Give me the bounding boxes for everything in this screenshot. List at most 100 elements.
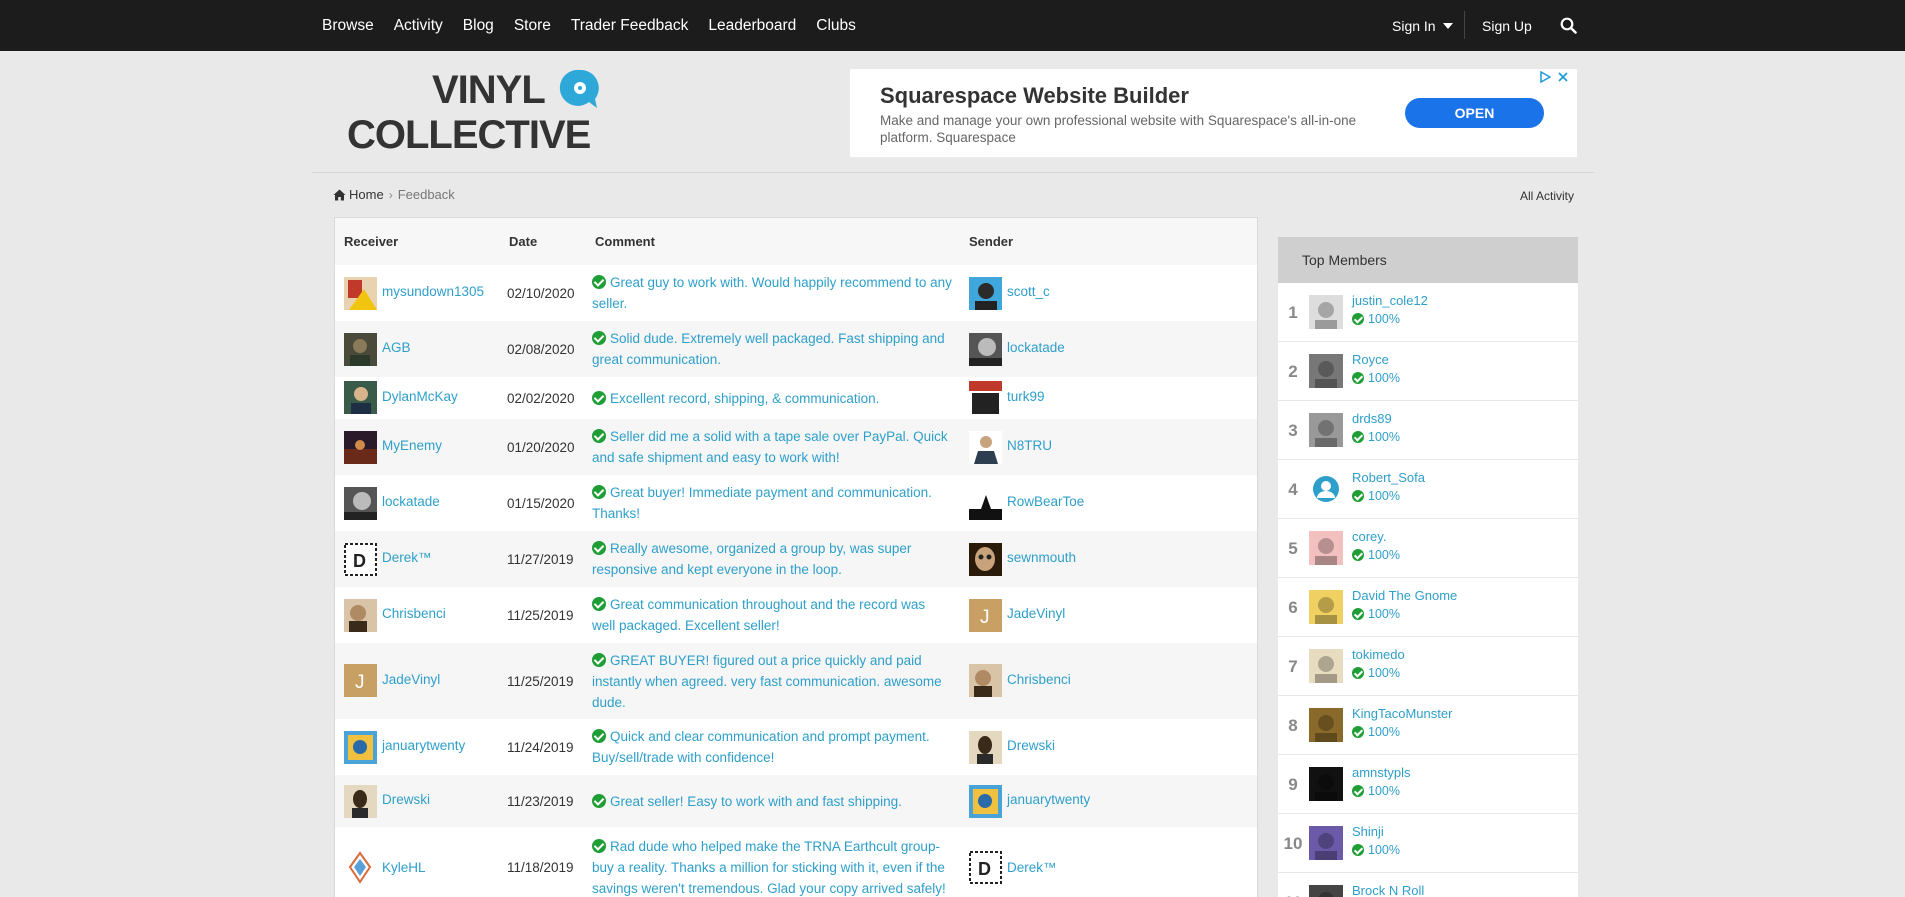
receiver-avatar[interactable] [344,731,377,764]
member-name[interactable]: KingTacoMunster [1352,706,1452,721]
nav-leaderboard[interactable]: Leaderboard [708,17,796,35]
member-name[interactable]: amnstypls [1352,765,1411,780]
member-name[interactable]: David The Gnome [1352,588,1457,603]
sender-name[interactable]: lockatade [1007,340,1065,355]
member-avatar[interactable] [1309,885,1343,897]
receiver-avatar[interactable]: J [344,664,377,697]
sender-name[interactable]: turk99 [1007,389,1045,404]
top-member-row[interactable]: 9 amnstypls 100% [1278,755,1578,814]
sender-name[interactable]: januarytwenty [1007,792,1090,807]
site-logo[interactable]: VINYL COLLECTIVE [345,68,605,152]
nav-store[interactable]: Store [514,17,551,35]
receiver-avatar[interactable] [344,277,377,310]
member-avatar[interactable] [1309,590,1343,624]
top-member-row[interactable]: 5 corey. 100% [1278,519,1578,578]
feedback-comment[interactable]: GREAT BUYER! figured out a price quickly… [592,650,952,713]
feedback-comment[interactable]: Great communication throughout and the r… [592,594,952,636]
sender-name[interactable]: sewnmouth [1007,550,1076,565]
receiver-name[interactable]: Chrisbenci [382,606,446,621]
top-member-row[interactable]: 2 Royce 100% [1278,342,1578,401]
member-name[interactable]: Brock N Roll [1352,883,1424,897]
receiver-name[interactable]: AGB [382,340,411,355]
sender-name[interactable]: Derek™ [1007,860,1057,875]
receiver-name[interactable]: mysundown1305 [382,284,484,299]
sender-avatar[interactable] [969,731,1002,764]
member-avatar[interactable] [1309,413,1343,447]
receiver-avatar[interactable] [344,599,377,632]
member-name[interactable]: drds89 [1352,411,1392,426]
sender-avatar[interactable]: D [969,851,1002,884]
sender-avatar[interactable]: J [969,599,1002,632]
sender-avatar[interactable] [969,333,1002,366]
receiver-avatar[interactable] [344,851,377,884]
member-name[interactable]: Robert_Sofa [1352,470,1425,485]
nav-blog[interactable]: Blog [463,17,494,35]
receiver-name[interactable]: Drewski [382,792,430,807]
top-member-row[interactable]: 6 David The Gnome 100% [1278,578,1578,637]
receiver-avatar[interactable] [344,381,377,414]
member-avatar[interactable] [1309,295,1343,329]
feedback-comment[interactable]: Excellent record, shipping, & communicat… [592,388,952,409]
sign-up-button[interactable]: Sign Up [1482,0,1532,51]
member-name[interactable]: corey. [1352,529,1386,544]
breadcrumb-home[interactable]: Home [333,187,384,202]
member-name[interactable]: justin_cole12 [1352,293,1428,308]
member-avatar[interactable] [1309,708,1343,742]
sender-name[interactable]: N8TRU [1007,438,1052,453]
receiver-name[interactable]: DylanMcKay [382,389,458,404]
member-avatar[interactable] [1309,472,1343,506]
all-activity-link[interactable]: All Activity [1520,189,1574,203]
sender-avatar[interactable] [969,431,1002,464]
receiver-avatar[interactable] [344,431,377,464]
feedback-comment[interactable]: Quick and clear communication and prompt… [592,726,952,768]
ad-title[interactable]: Squarespace Website Builder [880,83,1189,109]
member-avatar[interactable] [1309,354,1343,388]
sender-avatar[interactable] [969,785,1002,818]
receiver-name[interactable]: lockatade [382,494,440,509]
sender-name[interactable]: Chrisbenci [1007,672,1071,687]
receiver-name[interactable]: MyEnemy [382,438,442,453]
sender-avatar[interactable] [969,277,1002,310]
sender-avatar[interactable] [969,664,1002,697]
nav-trader-feedback[interactable]: Trader Feedback [571,17,688,35]
member-avatar[interactable] [1309,767,1343,801]
close-icon[interactable] [1557,71,1569,83]
feedback-comment[interactable]: Great buyer! Immediate payment and commu… [592,482,952,524]
receiver-name[interactable]: Derek™ [382,550,432,565]
top-member-row[interactable]: 3 drds89 100% [1278,401,1578,460]
feedback-comment[interactable]: Rad dude who helped make the TRNA Earthc… [592,836,952,897]
top-member-row[interactable]: 10 Shinji 100% [1278,814,1578,873]
member-name[interactable]: Shinji [1352,824,1384,839]
advertisement[interactable]: Squarespace Website Builder Make and man… [850,69,1577,157]
receiver-avatar[interactable] [344,785,377,818]
top-member-row[interactable]: 8 KingTacoMunster 100% [1278,696,1578,755]
receiver-avatar[interactable] [344,487,377,520]
ad-open-button[interactable]: OPEN [1405,98,1544,128]
sender-name[interactable]: scott_c [1007,284,1050,299]
sender-avatar[interactable] [969,381,1002,414]
member-name[interactable]: tokimedo [1352,647,1405,662]
receiver-name[interactable]: januarytwenty [382,738,465,753]
top-member-row[interactable]: 11Brock N Roll100% [1278,873,1578,897]
feedback-comment[interactable]: Great seller! Easy to work with and fast… [592,791,952,812]
top-member-row[interactable]: 1 justin_cole12 100% [1278,283,1578,342]
top-member-row[interactable]: 4 Robert_Sofa 100% [1278,460,1578,519]
sender-name[interactable]: JadeVinyl [1007,606,1065,621]
feedback-comment[interactable]: Great guy to work with. Would happily re… [592,272,952,314]
top-member-row[interactable]: 7 tokimedo 100% [1278,637,1578,696]
nav-clubs[interactable]: Clubs [816,17,856,35]
feedback-comment[interactable]: Seller did me a solid with a tape sale o… [592,426,952,468]
feedback-comment[interactable]: Really awesome, organized a group by, wa… [592,538,952,580]
feedback-comment[interactable]: Solid dude. Extremely well packaged. Fas… [592,328,952,370]
receiver-name[interactable]: JadeVinyl [382,672,440,687]
receiver-avatar[interactable] [344,333,377,366]
nav-activity[interactable]: Activity [394,17,443,35]
sender-avatar[interactable] [969,487,1002,520]
sender-name[interactable]: RowBearToe [1007,494,1084,509]
receiver-avatar[interactable]: D [344,543,377,576]
member-avatar[interactable] [1309,649,1343,683]
receiver-name[interactable]: KyleHL [382,860,426,875]
member-avatar[interactable] [1309,531,1343,565]
member-name[interactable]: Royce [1352,352,1389,367]
sender-name[interactable]: Drewski [1007,738,1055,753]
